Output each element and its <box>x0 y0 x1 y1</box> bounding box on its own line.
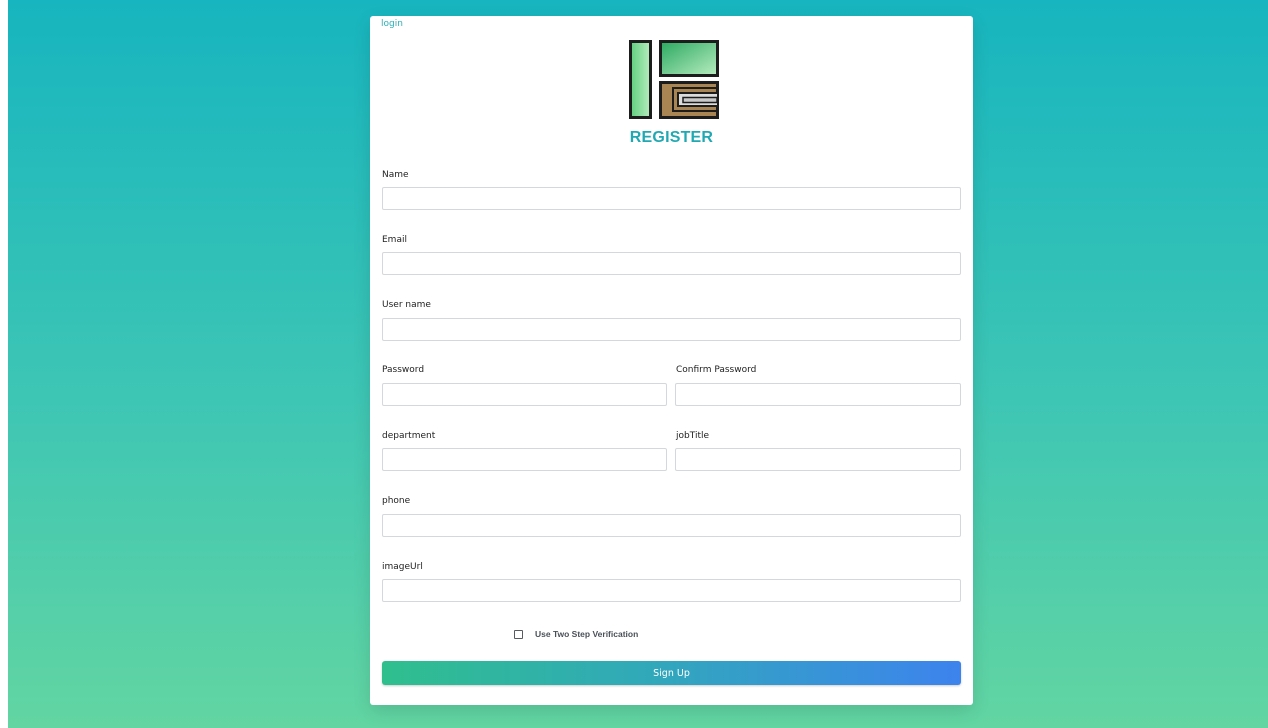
name-label: Name <box>382 170 409 180</box>
name-input[interactable] <box>382 187 961 210</box>
two-step-label: Use Two Step Verification <box>535 629 639 639</box>
phone-label: phone <box>382 496 411 506</box>
phone-input[interactable] <box>382 514 961 537</box>
two-step-checkbox[interactable] <box>514 629 523 639</box>
password-label: Password <box>382 365 425 375</box>
department-label: department <box>382 431 436 441</box>
confirm-password-input[interactable] <box>675 383 961 406</box>
imageurl-input[interactable] <box>382 579 961 602</box>
jobtitle-label: jobTitle <box>676 431 710 441</box>
register-logo-icon <box>629 40 719 119</box>
login-link[interactable]: login <box>381 19 403 29</box>
email-label: Email <box>382 235 407 245</box>
username-input[interactable] <box>382 318 961 341</box>
email-input[interactable] <box>382 252 961 275</box>
username-label: User name <box>382 300 431 310</box>
jobtitle-input[interactable] <box>675 448 961 471</box>
page-title: REGISTER <box>629 129 714 146</box>
department-input[interactable] <box>382 448 667 471</box>
register-card: login REGISTER Name Email User name Pass… <box>370 16 973 705</box>
password-input[interactable] <box>382 383 667 406</box>
two-step-verification-option[interactable]: Use Two Step Verification <box>514 627 638 641</box>
imageurl-label: imageUrl <box>382 562 423 572</box>
left-edge-strip <box>0 0 8 728</box>
confirm-password-label: Confirm Password <box>676 365 757 375</box>
sign-up-button[interactable]: Sign Up <box>382 661 961 685</box>
